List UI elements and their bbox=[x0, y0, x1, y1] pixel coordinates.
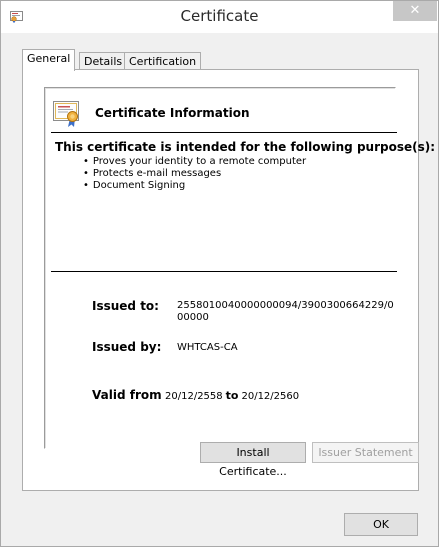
validity-range: 20/12/2558 to 20/12/2560 bbox=[165, 390, 299, 403]
issued-to-label: Issued to: bbox=[92, 299, 159, 313]
list-item: Proves your identity to a remote compute… bbox=[83, 156, 306, 168]
info-title: Certificate Information bbox=[95, 106, 250, 120]
certificate-info-box: Certificate Information This certificate… bbox=[44, 87, 435, 449]
list-item: Protects e-mail messages bbox=[83, 168, 306, 180]
close-icon[interactable]: ✕ bbox=[410, 3, 421, 18]
certificate-window: Certificate ✕ General Details Certificat… bbox=[0, 0, 439, 547]
valid-to-value: 20/12/2560 bbox=[241, 391, 300, 402]
window-title: Certificate bbox=[180, 7, 259, 25]
tab-general[interactable]: General bbox=[22, 49, 76, 71]
issued-to-value: 2558010040000000094/3900300664229/000000 bbox=[177, 300, 394, 323]
ok-button[interactable]: OK bbox=[344, 513, 418, 536]
general-tab-panel: Certificate Information This certificate… bbox=[22, 69, 435, 491]
valid-to-label: to bbox=[225, 389, 239, 402]
install-certificate-button[interactable]: Install Certificate... bbox=[200, 442, 306, 478]
purpose-list: Proves your identity to a remote compute… bbox=[83, 156, 306, 192]
purpose-heading: This certificate is intended for the fol… bbox=[55, 140, 436, 154]
issued-by-label: Issued by: bbox=[92, 340, 162, 354]
list-item: Document Signing bbox=[83, 180, 306, 192]
info-divider-bottom bbox=[51, 271, 397, 272]
title-bar[interactable]: Certificate ✕ bbox=[1, 1, 438, 33]
issuer-statement-button[interactable]: Issuer Statement bbox=[312, 442, 419, 463]
close-button[interactable]: ✕ bbox=[393, 1, 437, 21]
valid-from-label: Valid from bbox=[92, 388, 162, 402]
valid-from-value: 20/12/2558 bbox=[165, 391, 223, 402]
certificate-ribbon-icon bbox=[53, 101, 79, 127]
issued-by-value: WHTCAS-CA bbox=[177, 342, 238, 353]
info-divider-top bbox=[51, 132, 397, 133]
